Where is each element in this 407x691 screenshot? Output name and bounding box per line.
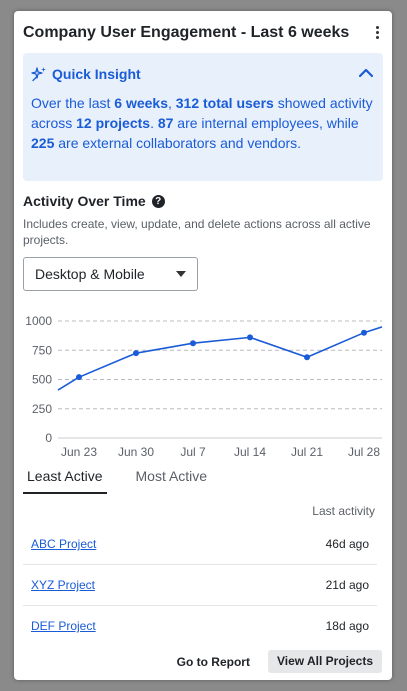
tab-least-active[interactable]: Least Active	[23, 468, 107, 494]
go-to-report-button[interactable]: Go to Report	[177, 655, 250, 669]
insight-header: Quick Insight	[31, 65, 375, 83]
project-link[interactable]: ABC Project	[31, 537, 96, 551]
list-item: XYZ Project 21d ago	[23, 565, 377, 606]
sparkle-icon	[31, 67, 46, 82]
device-select-value: Desktop & Mobile	[35, 266, 145, 282]
insight-text-segment: are internal employees, while	[173, 115, 359, 131]
device-select[interactable]: Desktop & Mobile	[23, 257, 198, 291]
project-link[interactable]: DEF Project	[31, 619, 96, 633]
card-title: Company User Engagement - Last 6 weeks	[23, 24, 350, 41]
card-header: Company User Engagement - Last 6 weeks	[23, 22, 382, 44]
x-tick-label: Jun 23	[61, 445, 97, 459]
help-icon[interactable]: ?	[151, 194, 165, 208]
data-point	[247, 334, 253, 341]
view-all-projects-button[interactable]: View All Projects	[267, 650, 382, 673]
insight-highlight: 6 weeks	[114, 95, 168, 111]
last-activity-value: 18d ago	[325, 619, 369, 633]
engagement-card: Company User Engagement - Last 6 weeks Q…	[14, 11, 392, 680]
x-tick-label: Jul 7	[180, 445, 206, 459]
insight-text-segment: are external collaborators and vendors.	[54, 135, 302, 151]
y-tick-label: 750	[32, 343, 52, 357]
card-footer: Go to Report View All Projects	[177, 650, 382, 673]
x-tick-label: Jul 28	[348, 445, 380, 459]
insight-highlight: 225	[31, 135, 55, 151]
insight-text-segment: .	[150, 115, 158, 131]
insight-title: Quick Insight	[52, 66, 141, 82]
quick-insight-panel: Quick Insight Over the last 6 weeks, 312…	[23, 53, 383, 181]
caret-down-icon	[176, 271, 186, 277]
y-tick-label: 0	[45, 431, 52, 445]
insight-highlight: 12 projects	[76, 115, 151, 131]
insight-text-segment: Over the last	[31, 95, 115, 111]
activity-description: Includes create, view, update, and delet…	[23, 217, 371, 247]
insight-highlight: 312 total users	[175, 95, 274, 111]
y-tick-label: 500	[32, 373, 52, 387]
project-link[interactable]: XYZ Project	[31, 578, 95, 592]
last-activity-value: 46d ago	[325, 537, 369, 551]
insight-text-segment: ,	[167, 95, 176, 111]
activity-line-chart: 0 250 500 750 1000 Jun 23 Jun 30 Jul 7 Jul 14 Jul…	[25, 314, 383, 459]
x-tick-label: Jul 21	[291, 445, 323, 459]
y-tick-label: 1000	[25, 314, 52, 328]
project-list: ABC Project 46d ago XYZ Project 21d ago …	[23, 524, 377, 646]
activity-title: Activity Over Time	[23, 193, 146, 209]
data-point	[361, 329, 367, 336]
y-tick-label: 250	[32, 402, 52, 416]
list-item: DEF Project 18d ago	[23, 606, 377, 646]
data-point	[133, 350, 139, 357]
data-point	[304, 354, 310, 361]
last-activity-value: 21d ago	[325, 578, 369, 592]
activity-section-heading: Activity Over Time ?	[23, 193, 165, 209]
data-point	[190, 340, 196, 347]
series-line	[57, 326, 383, 391]
x-tick-label: Jul 14	[234, 445, 266, 459]
insight-highlight: 87	[157, 115, 174, 131]
list-item: ABC Project 46d ago	[23, 524, 377, 565]
tab-most-active[interactable]: Most Active	[132, 468, 212, 492]
activity-tabs: Least Active Most Active	[23, 468, 236, 494]
more-options-icon[interactable]	[372, 24, 382, 42]
last-activity-header: Last activity	[312, 504, 375, 518]
x-tick-label: Jun 30	[118, 445, 154, 459]
insight-summary: Over the last 6 weeks, 312 total users s…	[31, 93, 375, 153]
data-point	[76, 374, 82, 381]
chevron-up-icon[interactable]	[358, 66, 374, 80]
